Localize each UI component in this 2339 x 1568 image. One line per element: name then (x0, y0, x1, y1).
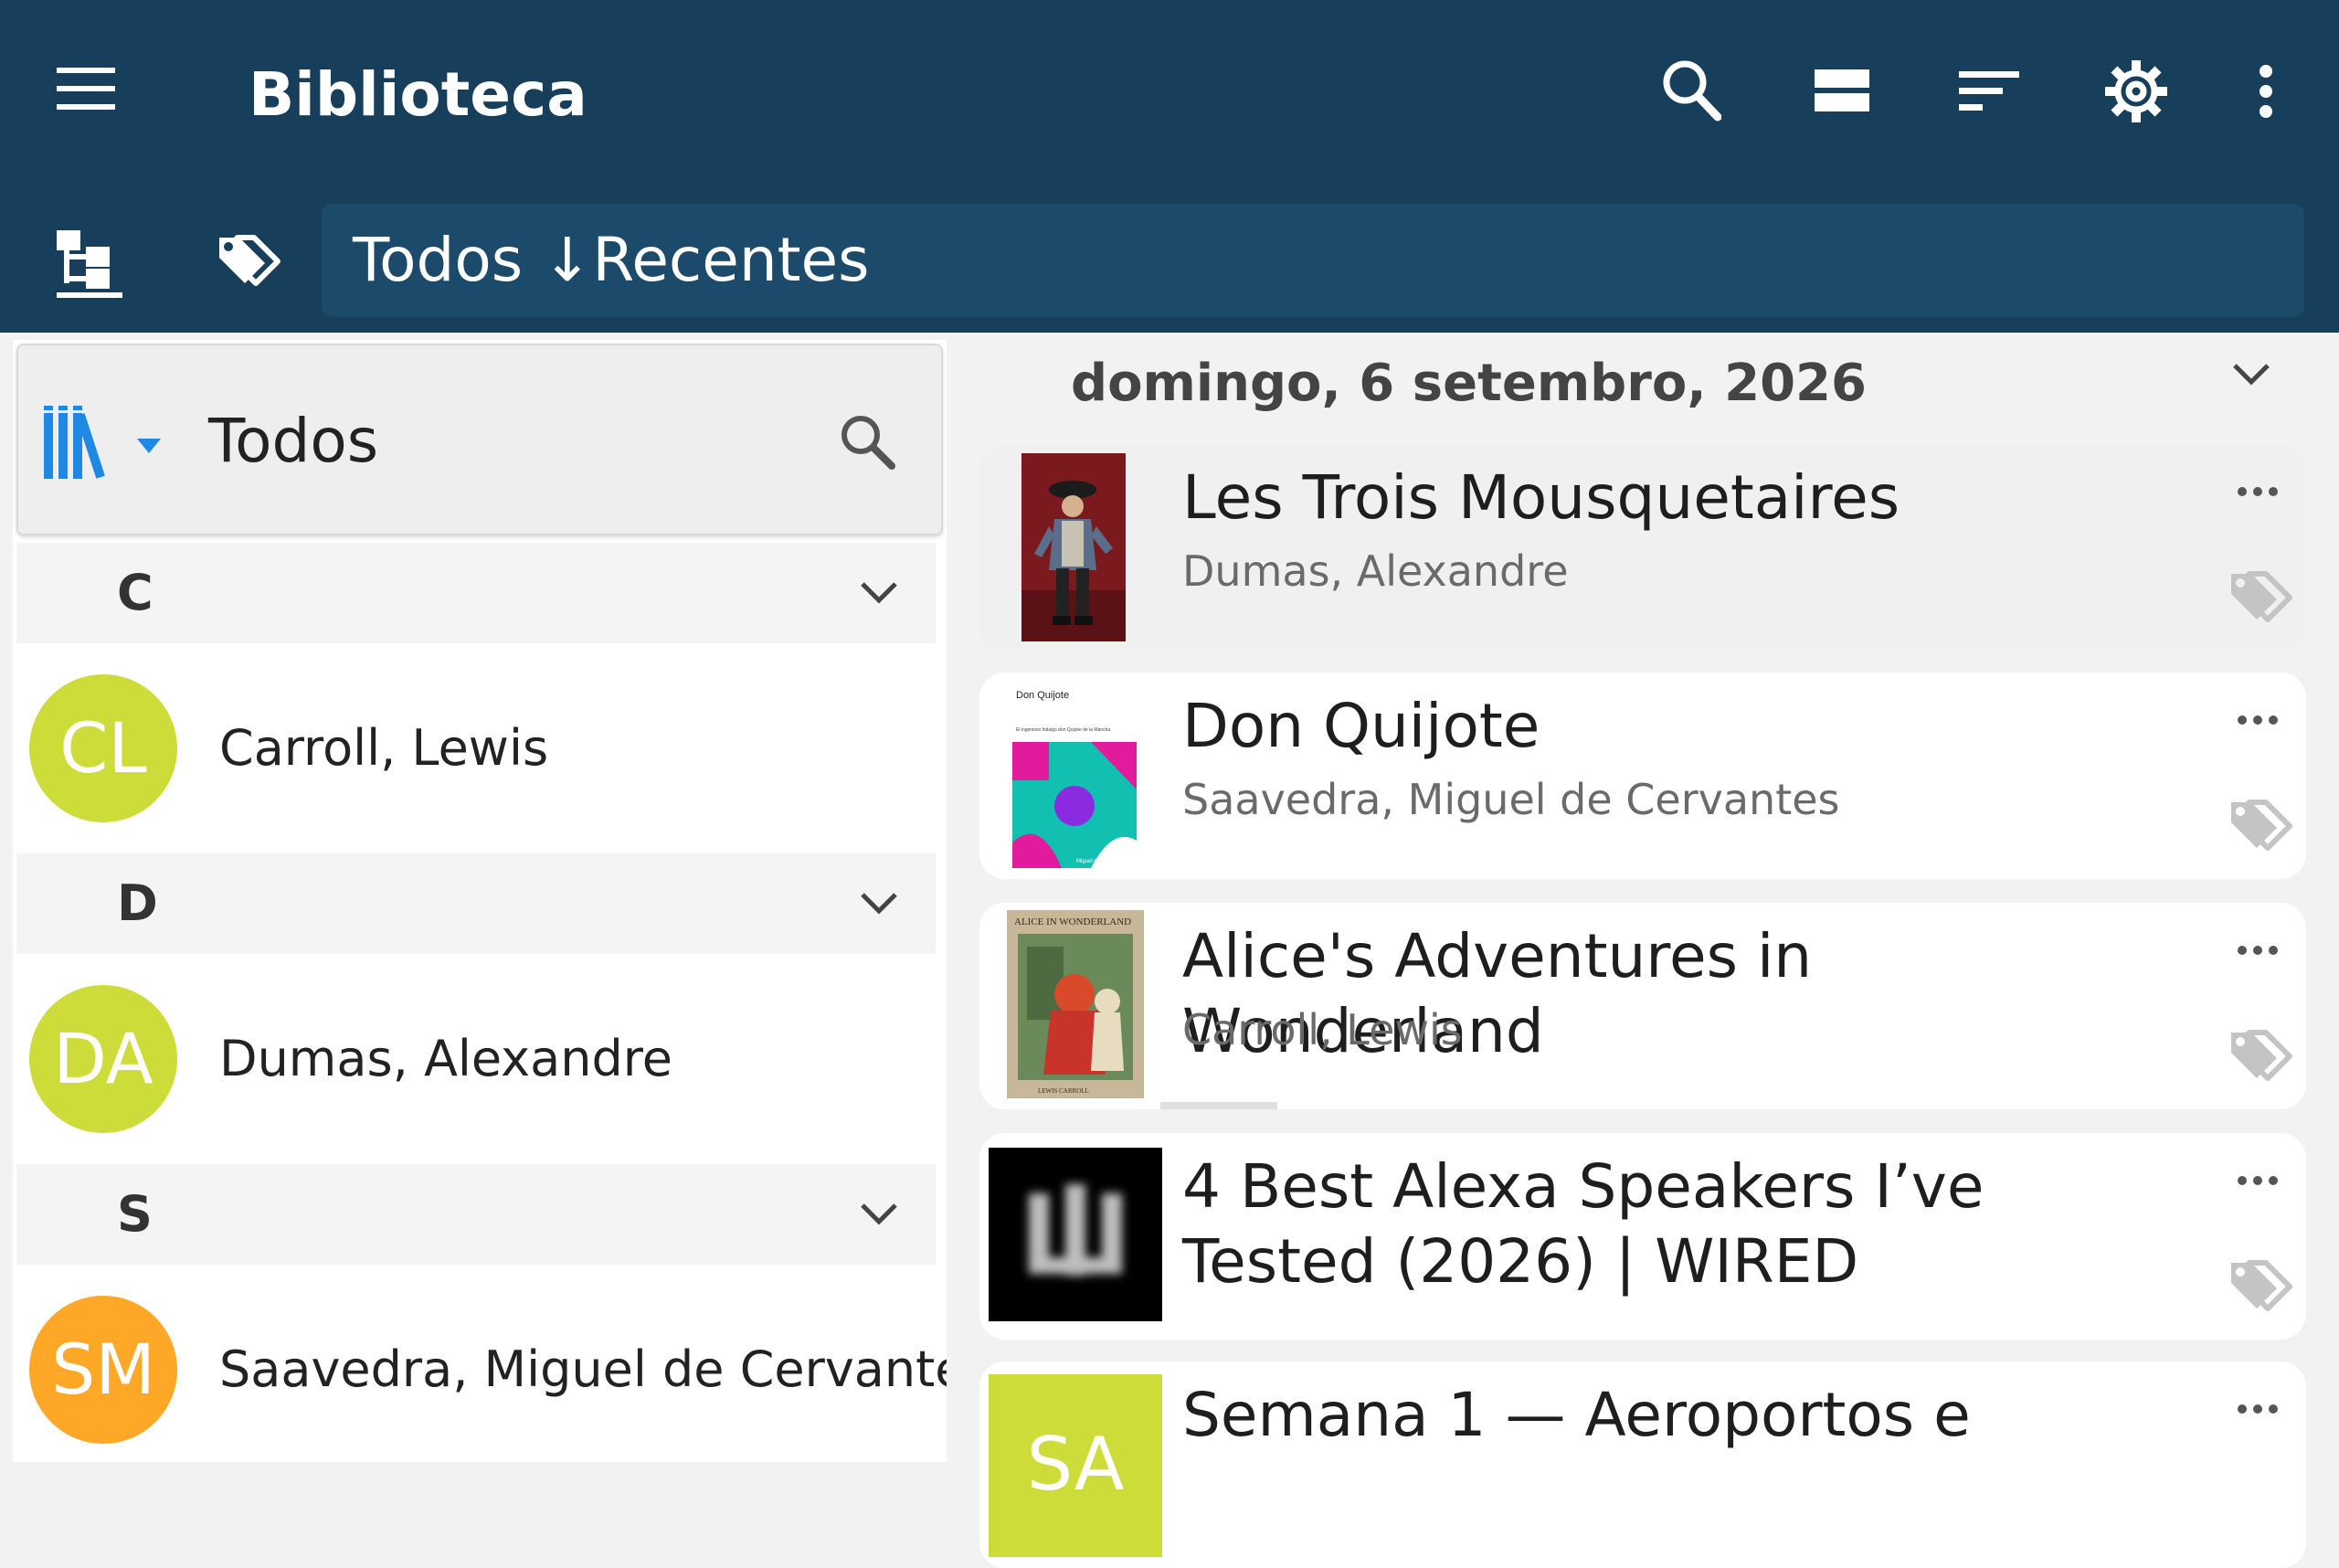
book-card[interactable]: ALICE IN WONDERLAND LEWIS CARROLL Alice'… (979, 903, 2306, 1109)
avatar: CL (29, 674, 177, 822)
avatar: DA (29, 985, 177, 1133)
book-cover: SA (989, 1374, 1162, 1557)
book-card[interactable]: 4 Best Alexa Speakers I’ve Tested (2026)… (979, 1133, 2306, 1340)
book-cover (989, 1148, 1162, 1321)
section-letter: C (117, 564, 153, 621)
section-header-c[interactable]: C (16, 543, 936, 643)
book-title: Les Trois Mousquetaires (1182, 462, 1900, 533)
book-title: Semana 1 — Aeroportos e (1182, 1380, 1971, 1450)
more-horiz-icon[interactable] (2237, 943, 2279, 960)
chevron-down-icon[interactable] (859, 884, 899, 927)
author-name: Saavedra, Miguel de Cervantes (219, 1340, 947, 1398)
author-item[interactable]: DA Dumas, Alexandre (16, 954, 936, 1164)
more-vert-icon[interactable] (2257, 64, 2275, 119)
book-author: Dumas, Alexandre (1182, 546, 1569, 596)
tags-icon[interactable] (2228, 1259, 2293, 1318)
more-horiz-icon[interactable] (2237, 713, 2279, 730)
cover-title: Don Quijote (1016, 690, 1069, 701)
menu-icon[interactable] (55, 64, 117, 113)
avatar: SM (29, 1296, 177, 1444)
book-card[interactable]: Les Trois Mousquetaires Dumas, Alexandre (979, 444, 2306, 651)
cover-author: Miguel de Cervantes (1076, 859, 1127, 864)
book-cover: Don Quijote El ingenioso hidalgo don Qui… (1012, 680, 1137, 868)
author-item[interactable]: CL Carroll, Lewis (16, 643, 936, 853)
author-name: Carroll, Lewis (219, 719, 549, 777)
authors-pane: Todos C CL Carroll, Lewis D DA Dumas, Al… (13, 340, 947, 1462)
cover-title: ALICE IN WONDERLAND (1014, 916, 1131, 927)
view-list-icon[interactable] (1815, 69, 1869, 111)
book-card[interactable]: SA Semana 1 — Aeroportos e (979, 1361, 2306, 1568)
date-group-heading: domingo, 6 setembro, 2026 (1071, 354, 1867, 413)
book-cover (1021, 453, 1126, 641)
cover-author: LEWIS CARROLL (1038, 1087, 1089, 1095)
author-name: Dumas, Alexandre (219, 1030, 672, 1087)
section-letter: D (117, 874, 158, 932)
more-horiz-icon[interactable] (2237, 484, 2279, 502)
section-header-s[interactable]: S (16, 1164, 936, 1265)
search-icon[interactable] (839, 413, 895, 471)
section-letter: S (117, 1185, 153, 1243)
reading-progress-bar (1160, 1102, 1277, 1109)
cover-subtitle: El ingenioso hidalgo don Quijote de la M… (1016, 727, 1110, 733)
sort-icon[interactable] (1959, 69, 2019, 113)
gear-icon[interactable] (2103, 58, 2169, 124)
chevron-down-icon[interactable] (859, 1194, 899, 1238)
library-books-icon[interactable] (42, 406, 161, 481)
tags-icon[interactable] (2228, 799, 2293, 857)
book-title: 4 Best Alexa Speakers I’ve Tested (2026)… (1182, 1151, 1984, 1297)
collection-header: Todos (16, 344, 943, 535)
collection-title: Todos (208, 406, 379, 476)
book-title: Don Quijote (1182, 691, 1540, 761)
tree-view-icon[interactable] (57, 230, 122, 300)
book-cover: ALICE IN WONDERLAND LEWIS CARROLL (1007, 910, 1144, 1098)
section-header-d[interactable]: D (16, 853, 936, 954)
search-icon[interactable] (1661, 58, 1721, 122)
filter-bar[interactable]: Todos ↓Recentes (322, 204, 2304, 317)
book-card[interactable]: Don Quijote El ingenioso hidalgo don Qui… (979, 673, 2306, 879)
book-author: Carroll, Lewis (1182, 1005, 1463, 1054)
chevron-down-icon[interactable] (859, 573, 899, 617)
tags-icon[interactable] (216, 234, 281, 289)
app-bar: Biblioteca Todos ↓Recentes (0, 0, 2339, 333)
chevron-down-icon[interactable] (2231, 355, 2271, 395)
more-horiz-icon[interactable] (2237, 1173, 2279, 1191)
author-item[interactable]: SM Saavedra, Miguel de Cervantes (16, 1265, 947, 1462)
tags-icon[interactable] (2228, 1029, 2293, 1087)
book-author: Saavedra, Miguel de Cervantes (1182, 775, 1840, 824)
app-title: Biblioteca (249, 59, 587, 130)
more-horiz-icon[interactable] (2237, 1402, 2279, 1419)
cover-initials: SA (1026, 1422, 1125, 1507)
tags-icon[interactable] (2228, 570, 2293, 629)
filter-text: Todos ↓Recentes (353, 225, 870, 295)
